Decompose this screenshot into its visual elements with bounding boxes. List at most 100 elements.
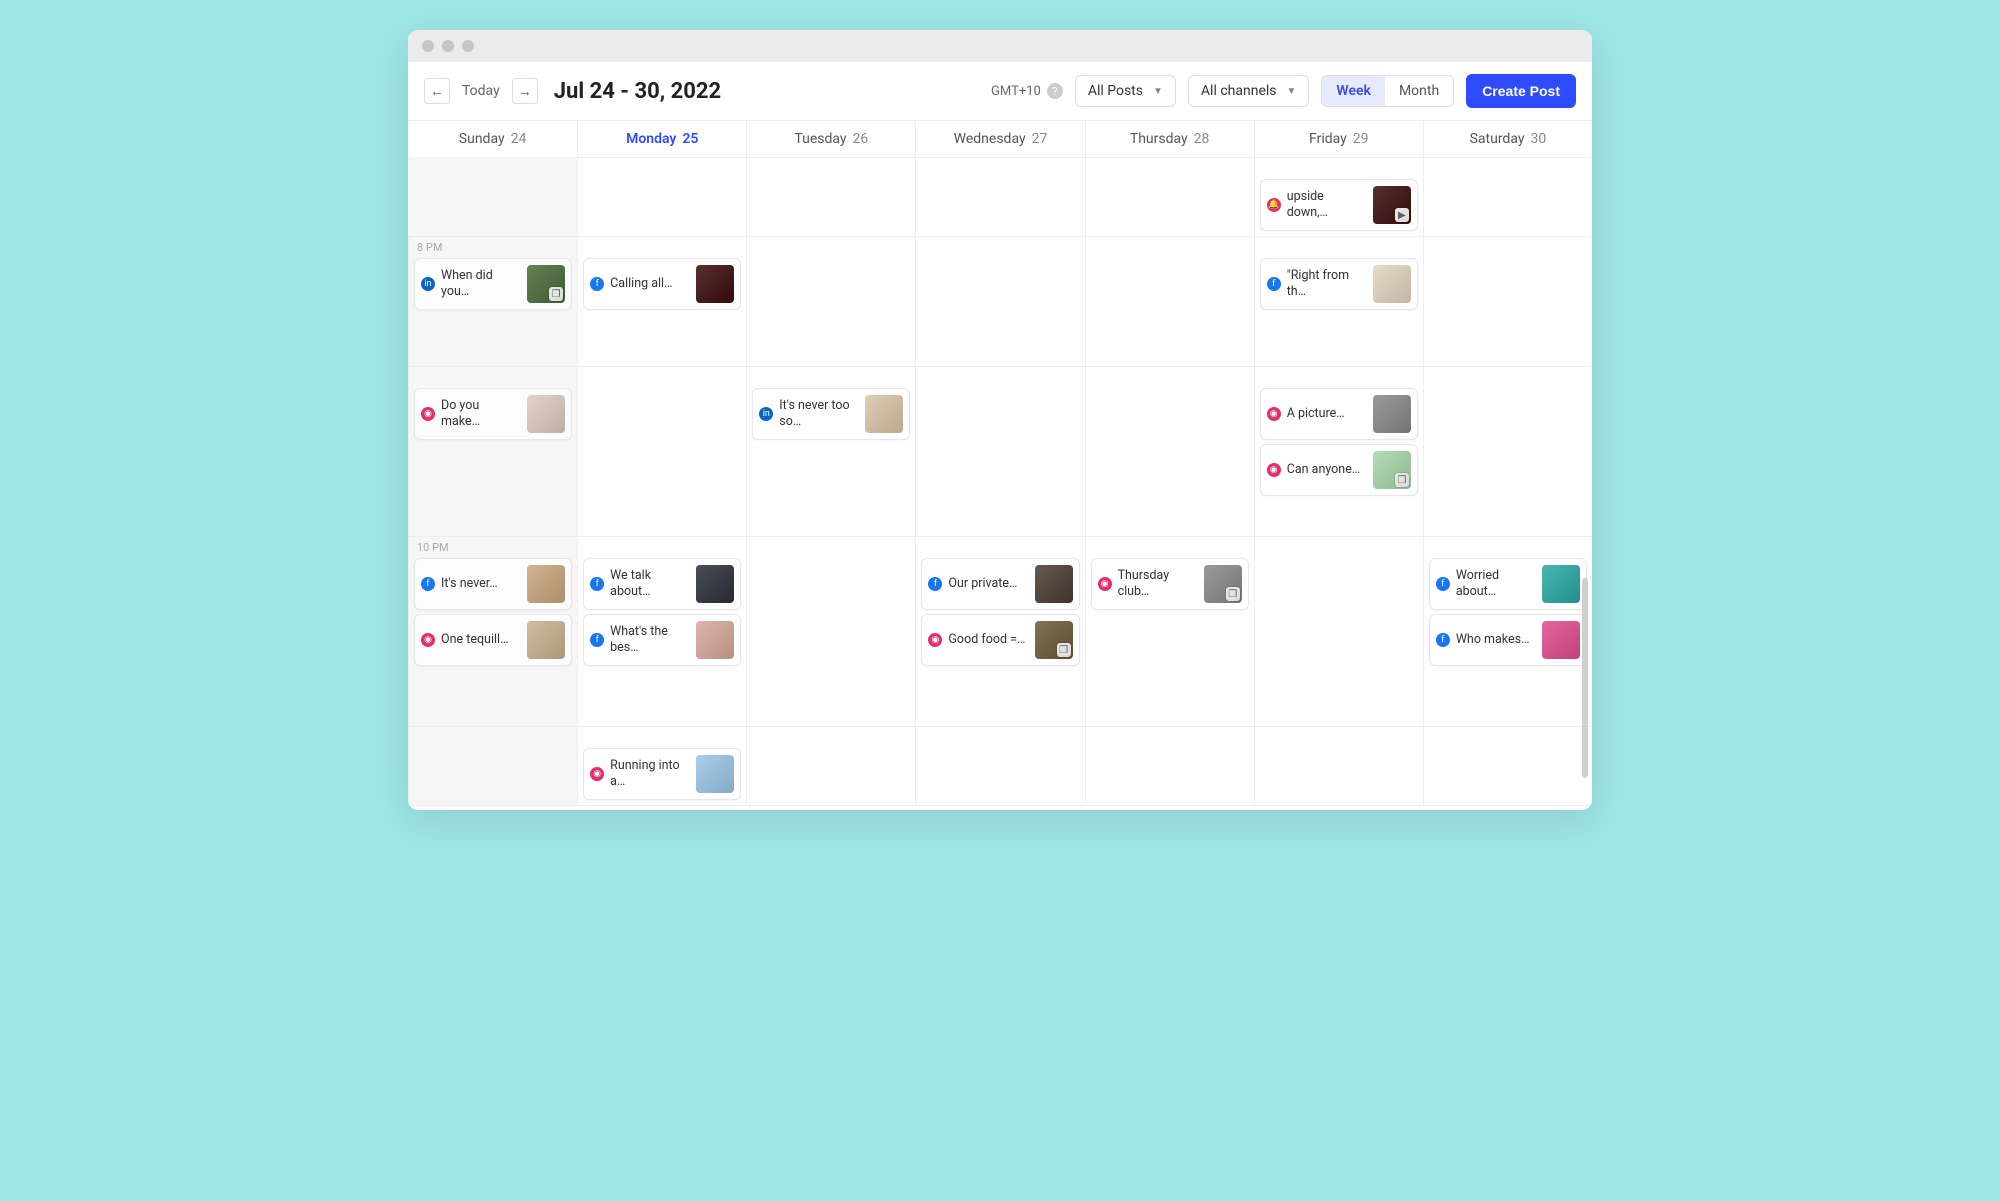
post-card[interactable]: in When did you… ❐	[414, 258, 572, 310]
time-slot[interactable]	[915, 158, 1084, 237]
filter-posts-label: All Posts	[1088, 83, 1143, 99]
li-icon: in	[421, 277, 435, 291]
fb-icon: f	[928, 577, 942, 591]
time-slot[interactable]	[577, 158, 746, 237]
post-card[interactable]: f"Right from th…	[1260, 258, 1418, 310]
time-slot[interactable]: ◉Do you make…	[408, 367, 577, 537]
post-card[interactable]: fWe talk about…	[583, 558, 741, 610]
help-icon[interactable]: ?	[1047, 83, 1063, 99]
post-card[interactable]: fWorried about…	[1429, 558, 1587, 610]
today-button[interactable]: Today	[462, 83, 500, 99]
time-slot[interactable]	[577, 367, 746, 537]
post-card[interactable]: fCalling all…	[583, 258, 741, 310]
time-slot[interactable]: fOur private…◉Good food =…❐	[915, 537, 1084, 727]
multi-overlay-icon: ❐	[1395, 473, 1409, 487]
ig-icon: ◉	[1267, 407, 1281, 421]
post-thumbnail	[696, 755, 734, 793]
post-text: Who makes…	[1456, 632, 1536, 648]
day-header[interactable]: Saturday30	[1423, 121, 1592, 157]
time-slot[interactable]	[1423, 727, 1592, 806]
post-thumbnail: ❐	[1035, 621, 1073, 659]
post-text: When did you…	[441, 268, 521, 299]
time-slot[interactable]	[1085, 367, 1254, 537]
prev-button[interactable]: ←	[424, 78, 450, 104]
chevron-down-icon: ▼	[1287, 86, 1297, 97]
post-card[interactable]: ◉Running into a…	[583, 748, 741, 800]
filter-channels-dropdown[interactable]: All channels ▼	[1188, 75, 1310, 107]
time-slot[interactable]	[746, 537, 915, 727]
time-slot[interactable]	[1085, 158, 1254, 237]
time-slot[interactable]	[1423, 158, 1592, 237]
post-thumbnail	[1035, 565, 1073, 603]
time-slot[interactable]: 8 PMinWhen did you…❐	[408, 237, 577, 367]
day-name: Tuesday	[794, 131, 846, 147]
multi-overlay-icon: ❐	[549, 287, 563, 301]
post-thumbnail	[865, 395, 903, 433]
post-card[interactable]: f Our private…	[921, 558, 1079, 610]
post-card[interactable]: 🔔upside down,…▶	[1260, 179, 1418, 231]
day-header[interactable]: Sunday24	[408, 121, 577, 157]
time-slot[interactable]	[408, 158, 577, 237]
filter-channels-label: All channels	[1201, 83, 1277, 99]
time-slot[interactable]	[1085, 727, 1254, 806]
time-slot[interactable]	[1423, 367, 1592, 537]
time-slot[interactable]	[746, 727, 915, 806]
minimize-dot[interactable]	[442, 40, 454, 52]
scrollbar-thumb[interactable]	[1582, 578, 1588, 778]
time-slot[interactable]: inIt's never too so…	[746, 367, 915, 537]
time-slot[interactable]: fWe talk about…fWhat's the bes…	[577, 537, 746, 727]
post-thumbnail	[696, 265, 734, 303]
time-slot[interactable]	[1254, 537, 1423, 727]
post-card[interactable]: f It's never…	[414, 558, 572, 610]
time-slot[interactable]: 🔔upside down,…▶	[1254, 158, 1423, 237]
fb-icon: f	[421, 577, 435, 591]
fb-icon: f	[1436, 577, 1450, 591]
post-card[interactable]: ◉A picture…	[1260, 388, 1418, 440]
time-slot[interactable]: f"Right from th…	[1254, 237, 1423, 367]
next-button[interactable]: →	[512, 78, 538, 104]
timezone-text: GMT+10	[991, 84, 1041, 99]
time-slot[interactable]	[1423, 237, 1592, 367]
post-card[interactable]: ◉Do you make…	[414, 388, 572, 440]
time-slot[interactable]	[1085, 237, 1254, 367]
time-slot[interactable]	[408, 727, 577, 806]
post-card[interactable]: inIt's never too so…	[752, 388, 910, 440]
close-dot[interactable]	[422, 40, 434, 52]
time-slot[interactable]	[915, 237, 1084, 367]
view-month-tab[interactable]: Month	[1385, 76, 1453, 106]
day-header[interactable]: Monday25	[577, 121, 746, 157]
day-number: 27	[1032, 131, 1048, 147]
view-week-tab[interactable]: Week	[1322, 76, 1385, 106]
time-slot[interactable]	[915, 367, 1084, 537]
post-card[interactable]: ◉Thursday club…❐	[1091, 558, 1249, 610]
time-slot[interactable]	[746, 237, 915, 367]
post-card[interactable]: fWho makes…	[1429, 614, 1587, 666]
post-card[interactable]: ◉One tequill…	[414, 614, 572, 666]
day-header[interactable]: Friday29	[1254, 121, 1423, 157]
post-text: It's never…	[441, 576, 521, 592]
time-slot[interactable]	[1254, 727, 1423, 806]
time-slot[interactable]: ◉A picture…◉Can anyone…❐	[1254, 367, 1423, 537]
post-text: Our private…	[948, 576, 1028, 592]
time-slot[interactable]	[746, 158, 915, 237]
post-card[interactable]: ◉Good food =…❐	[921, 614, 1079, 666]
day-header[interactable]: Tuesday26	[746, 121, 915, 157]
time-slot[interactable]: 10 PMfIt's never…◉One tequill…	[408, 537, 577, 727]
time-slot[interactable]: fCalling all…	[577, 237, 746, 367]
filter-posts-dropdown[interactable]: All Posts ▼	[1075, 75, 1176, 107]
time-slot[interactable]: ◉Thursday club…❐	[1085, 537, 1254, 727]
day-header[interactable]: Thursday28	[1085, 121, 1254, 157]
post-card[interactable]: fWhat's the bes…	[583, 614, 741, 666]
zoom-dot[interactable]	[462, 40, 474, 52]
post-card[interactable]: ◉Can anyone…❐	[1260, 444, 1418, 496]
day-number: 29	[1353, 131, 1369, 147]
time-slot[interactable]	[915, 727, 1084, 806]
create-post-button[interactable]: Create Post	[1466, 74, 1576, 108]
day-header[interactable]: Wednesday27	[915, 121, 1084, 157]
calendar-scroll[interactable]: 🔔upside down,…▶8 PMinWhen did you…❐fCall…	[408, 158, 1592, 810]
post-text: Good food =…	[948, 632, 1028, 648]
post-thumbnail: ❐	[1204, 565, 1242, 603]
time-slot[interactable]: ◉Running into a…	[577, 727, 746, 806]
time-slot[interactable]: fWorried about…fWho makes…	[1423, 537, 1592, 727]
fb-icon: f	[1267, 277, 1281, 291]
